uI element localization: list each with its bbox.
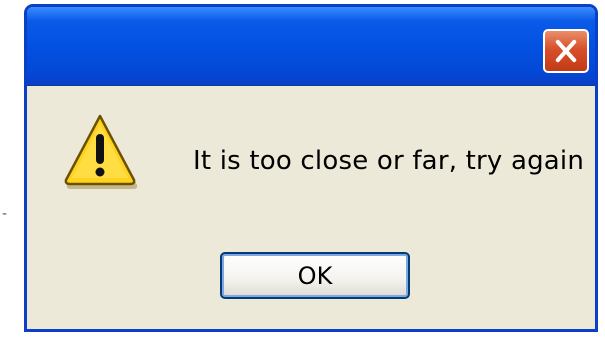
screen: - It is too close or far, try again OK	[0, 0, 605, 338]
edge-tick-mark: -	[2, 206, 8, 222]
close-button[interactable]	[543, 29, 589, 73]
warning-icon	[64, 114, 138, 189]
close-icon	[555, 39, 577, 63]
ok-button[interactable]: OK	[220, 252, 410, 299]
dialog-content: It is too close or far, try again OK	[27, 86, 595, 329]
dialog-message: It is too close or far, try again	[193, 146, 585, 176]
dialog-titlebar[interactable]	[27, 7, 595, 86]
message-dialog: It is too close or far, try again OK	[24, 4, 598, 332]
